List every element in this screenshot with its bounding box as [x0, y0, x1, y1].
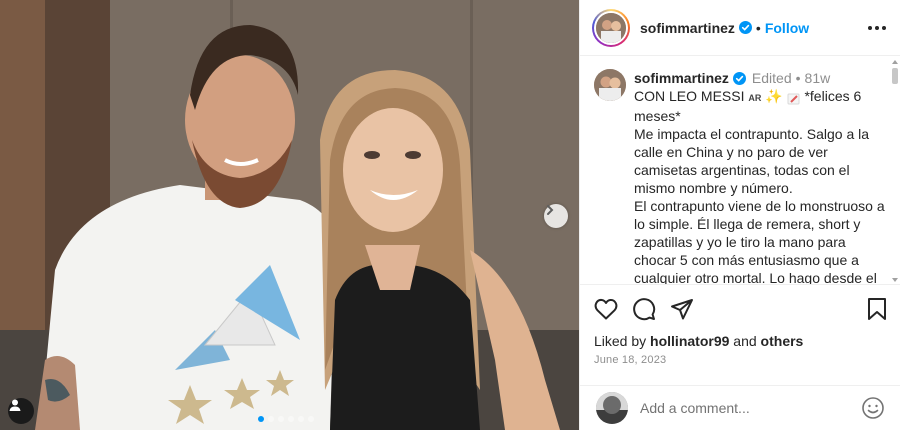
- more-options-icon[interactable]: [868, 25, 886, 30]
- caption-paragraph-2: El contrapunto viene de lo monstruoso a …: [634, 198, 885, 284]
- carousel-dot: [278, 416, 284, 422]
- post-age[interactable]: 81w: [805, 69, 831, 87]
- carousel-indicator: [258, 416, 314, 422]
- comment-bar: [580, 385, 900, 430]
- sparkle-emoji: ✨: [765, 88, 783, 104]
- carousel-dot: [288, 416, 294, 422]
- post-actions: Liked by hollinator99 and others June 18…: [580, 284, 900, 366]
- caption-text: sofimmartinez Edited • 81w CON LEO MESSI…: [634, 69, 885, 284]
- caption-scrollbar[interactable]: [892, 60, 898, 282]
- comment-input[interactable]: [640, 400, 861, 416]
- pencil-emoji-icon: [787, 91, 801, 105]
- post-date[interactable]: June 18, 2023: [594, 354, 887, 366]
- caption-username[interactable]: sofimmartinez: [634, 69, 729, 87]
- verified-icon: [738, 21, 752, 34]
- share-icon[interactable]: [670, 297, 694, 321]
- post-details-panel: sofimmartinez • Follow sofimmartinez Edi…: [579, 0, 900, 430]
- user-tag-icon: [9, 399, 21, 411]
- current-user-avatar: [596, 392, 628, 424]
- follow-button[interactable]: Follow: [765, 20, 809, 36]
- next-arrow-icon: [547, 205, 554, 215]
- flag-text: AR: [748, 93, 762, 103]
- post-username[interactable]: sofimmartinez: [640, 20, 735, 36]
- liked-by-user[interactable]: hollinator99: [650, 333, 729, 349]
- comment-icon[interactable]: [632, 297, 656, 321]
- carousel-dot: [268, 416, 274, 422]
- likes-and: and: [733, 333, 757, 349]
- tagged-users-button[interactable]: [8, 398, 34, 424]
- caption-first-line: CON LEO MESSI AR ✨ *felices 6 meses*: [634, 87, 885, 125]
- caption-title: CON LEO MESSI: [634, 88, 745, 104]
- edited-label[interactable]: Edited: [752, 69, 792, 87]
- photo-illustration: [0, 0, 579, 430]
- likes-summary: Liked by hollinator99 and others: [594, 333, 887, 349]
- likes-prefix: Liked by: [594, 333, 647, 349]
- avatar[interactable]: [596, 12, 626, 43]
- caption-dot: •: [795, 70, 801, 86]
- next-slide-button[interactable]: [544, 204, 568, 228]
- carousel-dot: [308, 416, 314, 422]
- carousel-dot: [298, 416, 304, 422]
- carousel-dot: [258, 416, 264, 422]
- likes-others-link[interactable]: others: [761, 333, 804, 349]
- verified-icon: [732, 71, 746, 85]
- caption-paragraph-1: Me impacta el contrapunto. Salgo a la ca…: [634, 126, 870, 196]
- emoji-icon[interactable]: [861, 396, 885, 420]
- caption-section: sofimmartinez Edited • 81w CON LEO MESSI…: [580, 57, 900, 284]
- post-header: sofimmartinez • Follow: [580, 0, 900, 56]
- heart-icon[interactable]: [594, 298, 618, 320]
- bookmark-icon[interactable]: [867, 297, 887, 321]
- header-separator: •: [755, 19, 761, 36]
- post-image[interactable]: [0, 0, 579, 430]
- caption-avatar[interactable]: [594, 69, 626, 101]
- profile-avatar-ring[interactable]: [592, 8, 630, 47]
